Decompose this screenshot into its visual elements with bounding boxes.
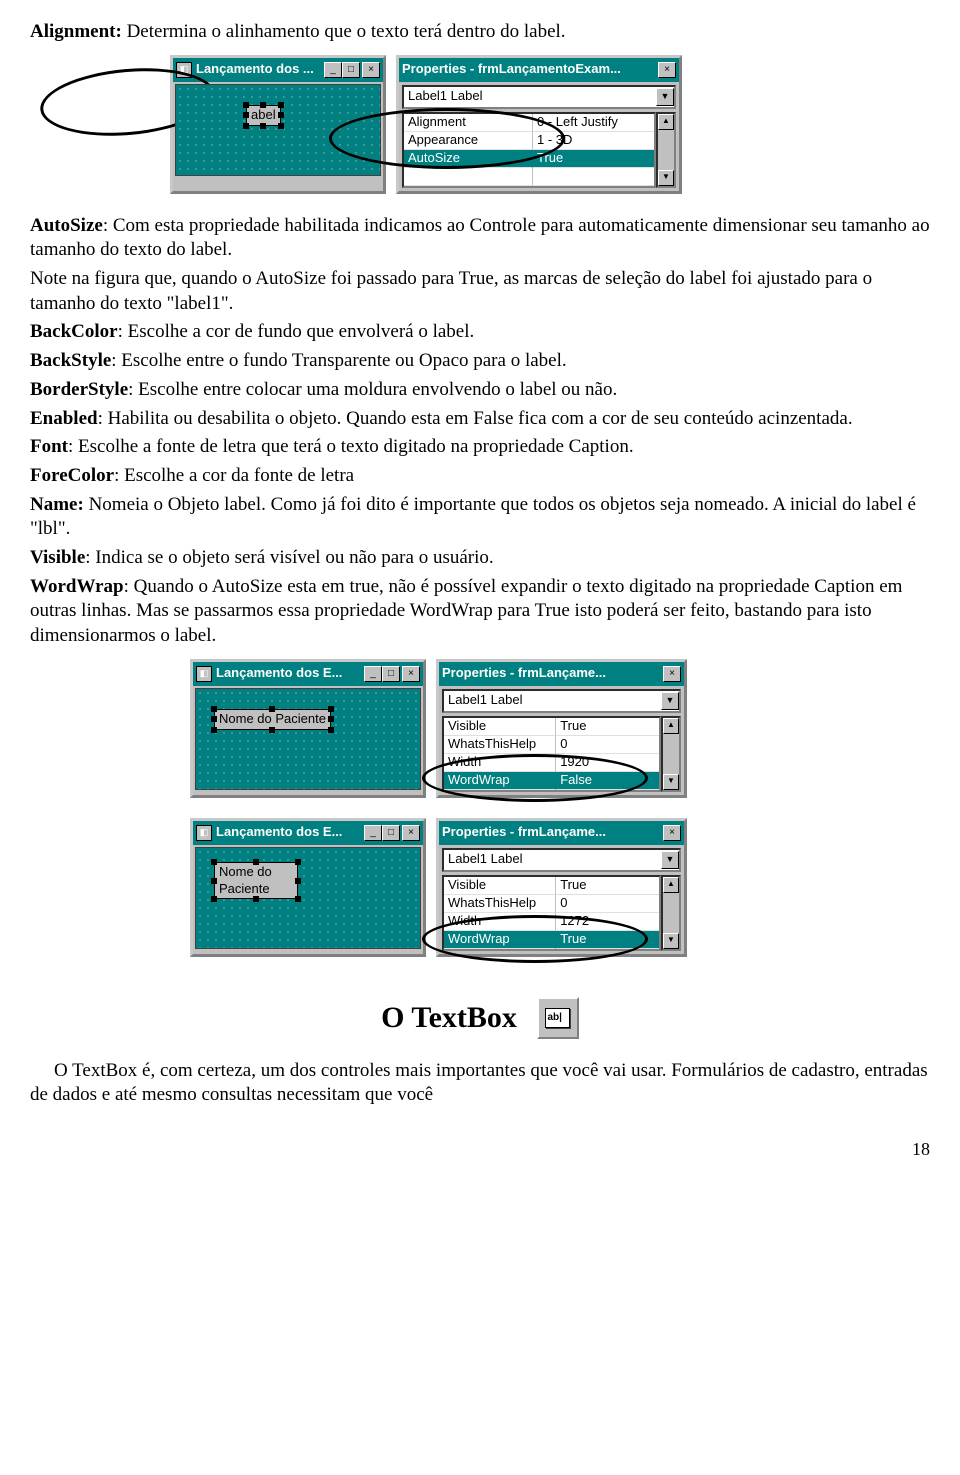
minimize-icon[interactable]: _ bbox=[364, 666, 382, 682]
close-icon[interactable]: × bbox=[402, 825, 420, 841]
property-grid: VisibleTrue WhatsThisHelp0 Width1920 Wor… bbox=[442, 716, 681, 792]
alignment-text: Determina o alinhamento que o texto terá… bbox=[122, 21, 566, 42]
intro-line: Alignment: Determina o alinhamento que o… bbox=[30, 20, 930, 45]
body-font: Font: Escolhe a fonte de letra que terá … bbox=[30, 435, 930, 460]
property-grid: Alignment0 - Left Justify Appearance1 - … bbox=[402, 112, 676, 188]
form-icon: ◧ bbox=[196, 825, 212, 841]
close-icon[interactable]: × bbox=[663, 666, 681, 682]
body-visible: Visible: Indica se o objeto será visível… bbox=[30, 546, 930, 571]
titlebar: ◧ Lançamento dos ... _ □ × bbox=[173, 58, 383, 82]
body-wordwrap: WordWrap: Quando o AutoSize esta em true… bbox=[30, 575, 930, 649]
titlebar: Properties - frmLançame... × bbox=[439, 821, 684, 845]
form-title: Lançamento dos E... bbox=[216, 665, 360, 682]
form-icon: ◧ bbox=[176, 62, 192, 78]
scrollbar[interactable]: ▲ ▼ bbox=[656, 112, 676, 188]
properties-window: Properties - frmLançamentoExam... × Labe… bbox=[396, 55, 682, 194]
maximize-icon[interactable]: □ bbox=[382, 825, 400, 841]
property-row[interactable] bbox=[404, 168, 654, 186]
scroll-down-icon[interactable]: ▼ bbox=[663, 933, 679, 949]
object-combo[interactable]: Label1 Label ▼ bbox=[442, 848, 681, 872]
chevron-down-icon[interactable]: ▼ bbox=[661, 851, 679, 869]
maximize-icon[interactable]: □ bbox=[382, 666, 400, 682]
textbox-tool-icon: ab| bbox=[537, 997, 579, 1039]
figure-3: ◧ Lançamento dos E... _ □ × Nome do Paci… bbox=[30, 818, 930, 957]
scroll-up-icon[interactable]: ▲ bbox=[658, 114, 674, 130]
textbox-paragraph: O TextBox é, com certeza, um dos control… bbox=[30, 1059, 930, 1108]
close-icon[interactable]: × bbox=[663, 825, 681, 841]
property-row[interactable]: VisibleTrue bbox=[444, 877, 659, 895]
page-number: 18 bbox=[30, 1138, 930, 1161]
close-icon[interactable]: × bbox=[658, 62, 676, 78]
body-forecolor: ForeColor: Escolhe a cor da fonte de let… bbox=[30, 464, 930, 489]
vb-label[interactable]: Nome do Paciente bbox=[214, 862, 298, 900]
property-row[interactable]: AutoSizeTrue bbox=[404, 150, 654, 168]
minimize-icon[interactable]: _ bbox=[324, 62, 342, 78]
vb-label[interactable]: Nome do Paciente bbox=[214, 709, 331, 730]
titlebar: ◧ Lançamento dos E... _ □ × bbox=[193, 662, 423, 686]
prop-title: Properties - frmLançame... bbox=[442, 665, 657, 682]
object-combo[interactable]: Label1 Label ▼ bbox=[402, 85, 676, 109]
property-row[interactable]: WordWrapFalse bbox=[444, 772, 659, 790]
body-enabled: Enabled: Habilita ou desabilita o objeto… bbox=[30, 407, 930, 432]
body-borderstyle: BorderStyle: Escolhe entre colocar uma m… bbox=[30, 378, 930, 403]
form-body: Nome do Paciente bbox=[195, 688, 421, 790]
close-icon[interactable]: × bbox=[362, 62, 380, 78]
scroll-up-icon[interactable]: ▲ bbox=[663, 877, 679, 893]
property-row[interactable]: WhatsThisHelp0 bbox=[444, 736, 659, 754]
property-grid: VisibleTrue WhatsThisHelp0 Width1272 Wor… bbox=[442, 875, 681, 951]
minimize-icon[interactable]: _ bbox=[364, 825, 382, 841]
chevron-down-icon[interactable]: ▼ bbox=[656, 88, 674, 106]
properties-window: Properties - frmLançame... × Label1 Labe… bbox=[436, 659, 687, 798]
chevron-down-icon[interactable]: ▼ bbox=[661, 692, 679, 710]
close-icon[interactable]: × bbox=[402, 666, 420, 682]
titlebar: Properties - frmLançame... × bbox=[439, 662, 684, 686]
property-row[interactable]: Width1920 bbox=[444, 754, 659, 772]
body-autosize: AutoSize: Com esta propriedade habilitad… bbox=[30, 214, 930, 263]
body-backstyle: BackStyle: Escolhe entre o fundo Transpa… bbox=[30, 349, 930, 374]
form-title: Lançamento dos E... bbox=[216, 824, 360, 841]
form-body: Nome do Paciente bbox=[195, 847, 421, 949]
form-window: ◧ Lançamento dos ... _ □ × abel bbox=[170, 55, 386, 194]
textbox-heading: O TextBox ab| bbox=[30, 997, 930, 1039]
form-window: ◧ Lançamento dos E... _ □ × Nome do Paci… bbox=[190, 659, 426, 798]
body-name: Name: Nomeia o Objeto label. Como já foi… bbox=[30, 493, 930, 542]
property-row[interactable]: Alignment0 - Left Justify bbox=[404, 114, 654, 132]
prop-title: Properties - frmLançamentoExam... bbox=[402, 61, 652, 78]
form-title: Lançamento dos ... bbox=[196, 61, 320, 78]
form-icon: ◧ bbox=[196, 666, 212, 682]
form-body: abel bbox=[175, 84, 381, 176]
form-window: ◧ Lançamento dos E... _ □ × Nome do Paci… bbox=[190, 818, 426, 957]
body-backcolor: BackColor: Escolhe a cor de fundo que en… bbox=[30, 320, 930, 345]
alignment-label: Alignment: bbox=[30, 21, 122, 42]
body-autosize-note: Note na figura que, quando o AutoSize fo… bbox=[30, 267, 930, 316]
property-row[interactable]: Appearance1 - 3D bbox=[404, 132, 654, 150]
scroll-up-icon[interactable]: ▲ bbox=[663, 718, 679, 734]
figure-2: ◧ Lançamento dos E... _ □ × Nome do Paci… bbox=[30, 659, 930, 798]
maximize-icon[interactable]: □ bbox=[342, 62, 360, 78]
object-combo[interactable]: Label1 Label ▼ bbox=[442, 689, 681, 713]
property-row[interactable]: Width1272 bbox=[444, 913, 659, 931]
property-row[interactable]: WhatsThisHelp0 bbox=[444, 895, 659, 913]
scrollbar[interactable]: ▲ ▼ bbox=[661, 716, 681, 792]
properties-window: Properties - frmLançame... × Label1 Labe… bbox=[436, 818, 687, 957]
vb-label[interactable]: abel bbox=[246, 105, 281, 126]
property-row[interactable]: WordWrapTrue bbox=[444, 931, 659, 949]
figure-1: ◧ Lançamento dos ... _ □ × abel bbox=[30, 55, 930, 194]
scroll-down-icon[interactable]: ▼ bbox=[663, 774, 679, 790]
prop-title: Properties - frmLançame... bbox=[442, 824, 657, 841]
scrollbar[interactable]: ▲ ▼ bbox=[661, 875, 681, 951]
property-row[interactable]: VisibleTrue bbox=[444, 718, 659, 736]
scroll-down-icon[interactable]: ▼ bbox=[658, 170, 674, 186]
titlebar: Properties - frmLançamentoExam... × bbox=[399, 58, 679, 82]
titlebar: ◧ Lançamento dos E... _ □ × bbox=[193, 821, 423, 845]
